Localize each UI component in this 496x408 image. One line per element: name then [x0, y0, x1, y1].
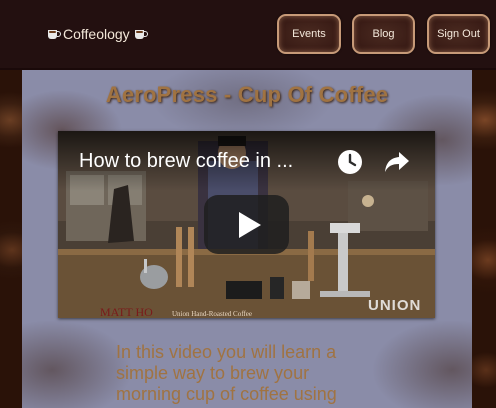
blog-button[interactable]: Blog: [352, 14, 415, 54]
top-nav-bar: Coffeology Events Blog Sign Out: [0, 0, 496, 70]
page-title: AeroPress - Cup Of Coffee: [105, 82, 389, 107]
video-watermark-name: MATT HO: [100, 305, 153, 318]
brand-logo[interactable]: Coffeology: [48, 25, 148, 43]
video-title[interactable]: How to brew coffee in ...: [79, 150, 293, 173]
video-watermark-subtitle: Union Hand-Roasted Coffee: [172, 310, 252, 318]
video-player[interactable]: How to brew coffee in ... MATT HO Union …: [58, 131, 435, 318]
sign-out-button[interactable]: Sign Out: [427, 14, 490, 54]
play-button[interactable]: [204, 195, 289, 254]
brand-name: Coffeology: [63, 26, 130, 42]
coffee-cup-icon: [48, 29, 61, 39]
union-logo: UNION: [368, 297, 422, 314]
video-description: In this video you will learn a simple wa…: [116, 342, 416, 405]
description-line: morning cup of coffee using: [116, 384, 337, 404]
description-line: In this video you will learn a: [116, 342, 337, 362]
events-button[interactable]: Events: [277, 14, 341, 54]
description-line: simple way to brew your: [116, 363, 310, 383]
coffee-cup-icon: [134, 29, 148, 39]
content-panel: AeroPress - Cup Of Coffee How to brew co…: [22, 70, 472, 408]
share-icon[interactable]: [384, 150, 410, 174]
clock-icon[interactable]: [336, 148, 364, 176]
play-icon: [238, 211, 261, 238]
